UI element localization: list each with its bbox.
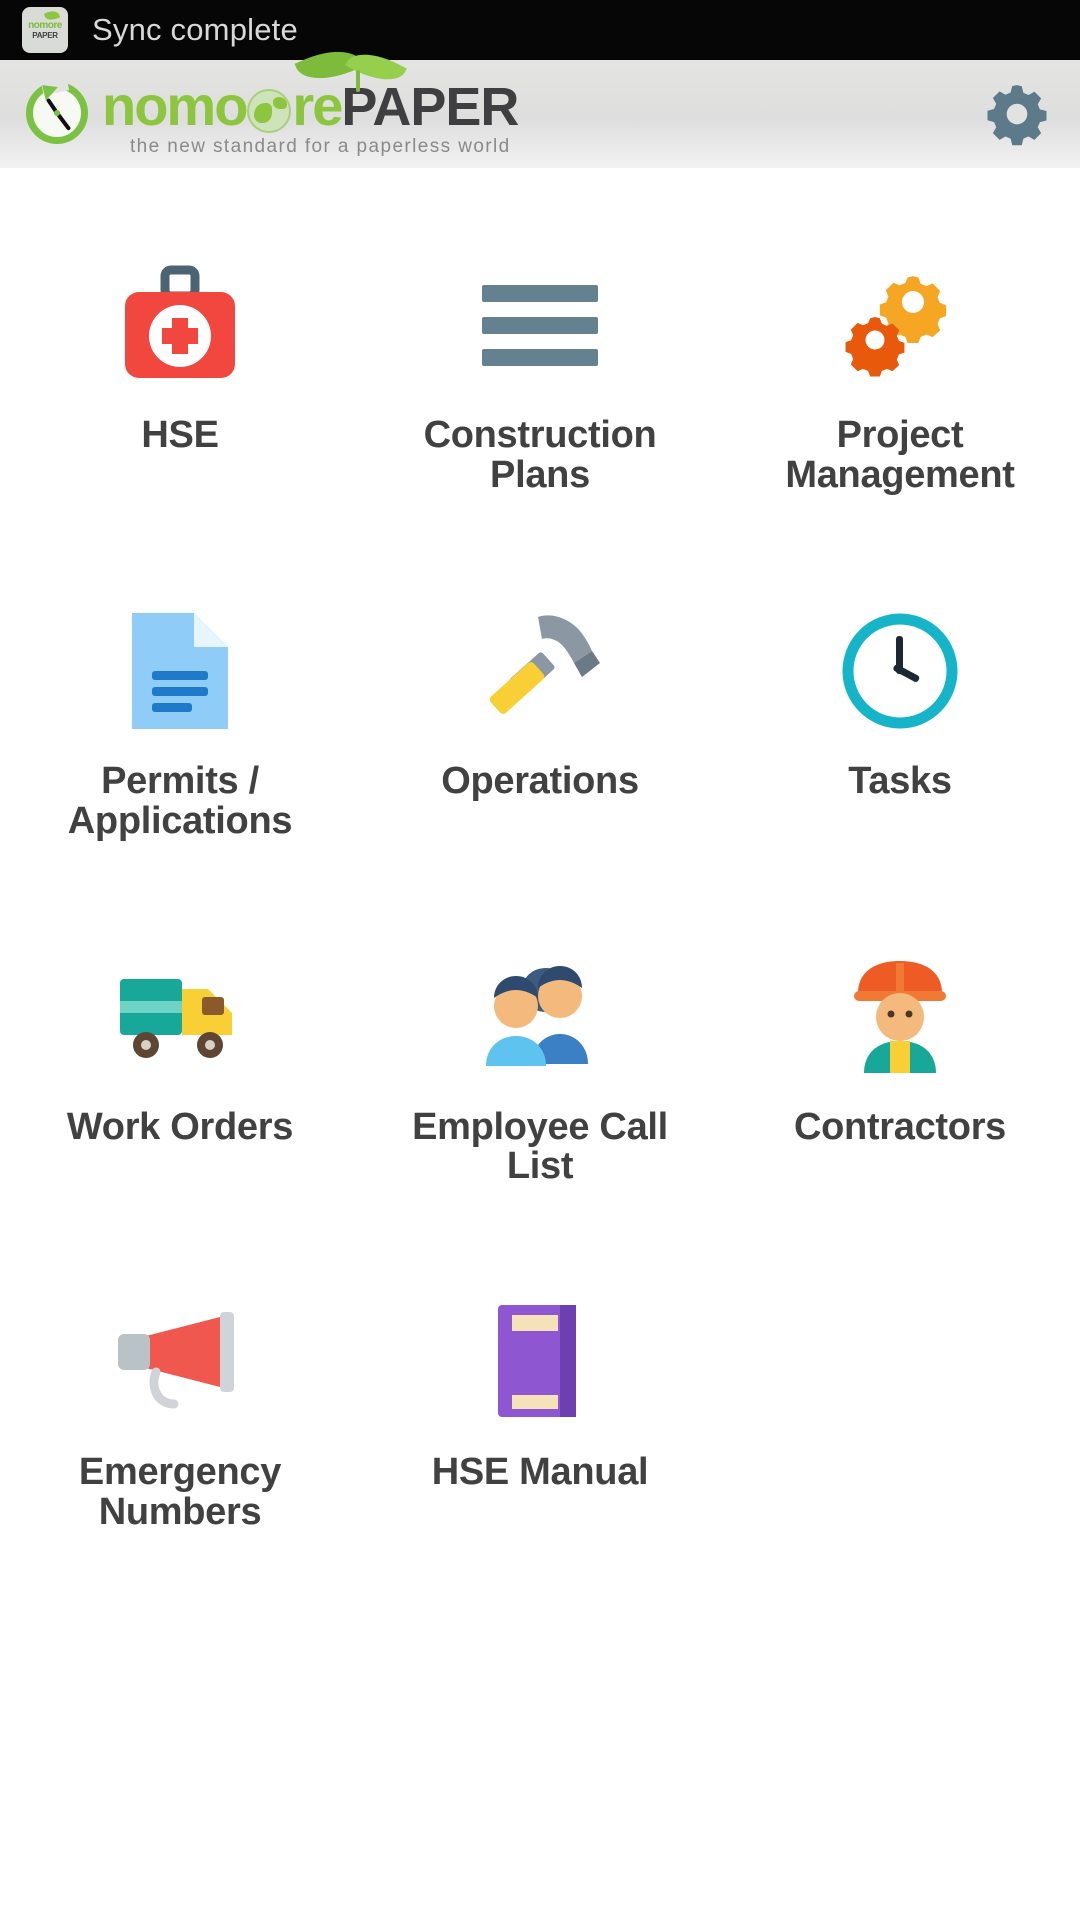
- megaphone-icon: [14, 1297, 346, 1427]
- truck-icon: [14, 952, 346, 1082]
- hammer-icon: [374, 606, 706, 736]
- grid-item-label: Construction Plans: [423, 414, 657, 496]
- grid-item-label: Emergency Numbers: [78, 1451, 282, 1534]
- clock-arrow-logo-icon: [26, 76, 88, 144]
- grid-item-construction-plans[interactable]: Construction Plans: [360, 260, 720, 496]
- settings-button[interactable]: [984, 81, 1050, 147]
- app-icon-text-bottom: PAPER: [32, 30, 58, 40]
- gears-icon: [734, 260, 1066, 390]
- document-icon: [14, 606, 346, 736]
- globe-icon: [247, 89, 292, 133]
- leaf-sprout-icon: [294, 38, 408, 92]
- grid-item-label: Work Orders: [66, 1105, 294, 1148]
- book-icon: [374, 1297, 706, 1427]
- grid-item-permits-applications[interactable]: Permits / Applications: [0, 606, 360, 842]
- app-icon-text-top: nomore: [28, 19, 62, 31]
- grid-item-label: Permits / Applications: [67, 759, 293, 842]
- worker-icon: [734, 952, 1066, 1082]
- first-aid-kit-icon: [14, 260, 346, 390]
- notification-app-icon: nomore PAPER: [22, 7, 68, 53]
- logo-text-nomo: nomo: [102, 74, 248, 137]
- grid-item-employee-call-list[interactable]: Employee Call List: [360, 952, 720, 1188]
- grid-item-label: HSE Manual: [431, 1451, 649, 1494]
- grid-item-label: Operations: [441, 759, 639, 802]
- grid-item-label: Tasks: [848, 759, 952, 802]
- app-header: nomo re PAPER the new standard for a pap…: [0, 38, 1080, 168]
- logo-tagline: the new standard for a paperless world: [130, 136, 511, 157]
- logo-wordmark: nomo re PAPER the new standard for a pap…: [102, 38, 519, 158]
- grid-item-work-orders[interactable]: Work Orders: [0, 952, 360, 1188]
- clock-icon: [734, 606, 1066, 736]
- grid-item-label: Project Management: [785, 414, 1015, 496]
- grid-item-contractors[interactable]: Contractors: [720, 952, 1080, 1188]
- status-bar: nomore PAPER Sync complete: [0, 0, 1080, 60]
- grid-item-operations[interactable]: Operations: [360, 606, 720, 842]
- grid-item-label: HSE: [141, 414, 219, 456]
- grid-item-label: Contractors: [793, 1105, 1007, 1148]
- app-logo: nomo re PAPER the new standard for a pap…: [0, 38, 519, 158]
- app-grid: HSE Construction Plans Project Managemen…: [0, 168, 1080, 1533]
- gear-icon: [987, 85, 1047, 146]
- grid-item-emergency-numbers[interactable]: Emergency Numbers: [0, 1297, 360, 1533]
- grid-item-hse-manual[interactable]: HSE Manual: [360, 1297, 720, 1533]
- sync-status-text: Sync complete: [92, 12, 298, 47]
- grid-item-hse[interactable]: HSE: [0, 260, 360, 496]
- grid-item-project-management[interactable]: Project Management: [720, 260, 1080, 496]
- grid-item-label: Employee Call List: [412, 1105, 668, 1188]
- people-icon: [374, 952, 706, 1082]
- grid-item-tasks[interactable]: Tasks: [720, 606, 1080, 842]
- horizontal-lines-icon: [374, 260, 706, 390]
